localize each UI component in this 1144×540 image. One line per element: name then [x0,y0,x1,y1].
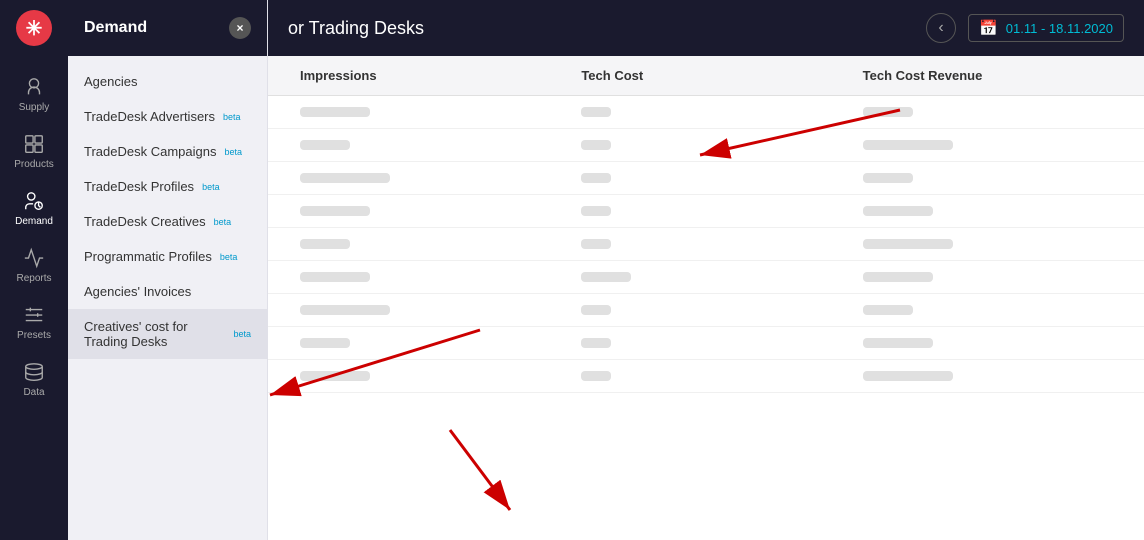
cell [284,162,565,194]
cell [284,294,565,326]
table-row [268,96,1144,129]
cell [284,129,565,161]
cell [847,228,1128,260]
cell [284,261,565,293]
beta-badge: beta [224,147,242,157]
sidebar-item-supply[interactable]: Supply [0,66,68,123]
cell [565,96,846,128]
table-row [268,261,1144,294]
cell [847,195,1128,227]
beta-badge: beta [233,329,251,339]
data-icon [23,361,45,383]
presets-icon [23,304,45,326]
calendar-icon: 📅 [979,19,998,37]
reports-icon [23,247,45,269]
beta-badge: beta [220,252,238,262]
table-row [268,228,1144,261]
table-header: Impressions Tech Cost Tech Cost Revenue [268,56,1144,96]
sidebar-menu-item-tradedesk-campaigns[interactable]: TradeDesk Campaigns beta [68,134,267,169]
cell [565,195,846,227]
sidebar-menu-item-agencies-invoices[interactable]: Agencies' Invoices [68,274,267,309]
cell [284,195,565,227]
table-row [268,129,1144,162]
table-row [268,360,1144,393]
beta-badge: beta [214,217,232,227]
beta-badge: beta [223,112,241,122]
cell [847,360,1128,392]
sidebar-dropdown-title: Demand [84,19,147,37]
sidebar-item-data[interactable]: Data [0,351,68,408]
cell [847,294,1128,326]
col-header-impressions: Impressions [284,56,565,95]
back-button[interactable]: ‹ [926,13,956,43]
date-range-picker[interactable]: 📅 01.11 - 18.11.2020 [968,14,1124,42]
cell [565,129,846,161]
cell [847,327,1128,359]
cell [565,327,846,359]
cell [284,327,565,359]
sidebar-close-button[interactable]: × [229,17,251,39]
data-table: Impressions Tech Cost Tech Cost Revenue [268,56,1144,393]
table-row [268,195,1144,228]
main-content: or Trading Desks ‹ 📅 01.11 - 18.11.2020 … [268,0,1144,540]
app-logo[interactable]: ✳ [16,10,52,46]
cell [565,162,846,194]
sidebar-item-reports[interactable]: Reports [0,237,68,294]
table-area: Impressions Tech Cost Tech Cost Revenue [268,56,1144,540]
cell [565,228,846,260]
sidebar-menu-item-creatives-cost[interactable]: Creatives' cost for Trading Desks beta [68,309,267,359]
demand-icon [23,190,45,212]
sidebar-menu-item-programmatic-profiles[interactable]: Programmatic Profiles beta [68,239,267,274]
page-title: or Trading Desks [288,18,424,39]
table-row [268,327,1144,360]
cell [284,228,565,260]
cell [284,360,565,392]
table-row [268,294,1144,327]
cell [284,96,565,128]
top-bar: or Trading Desks ‹ 📅 01.11 - 18.11.2020 [268,0,1144,56]
cell [565,294,846,326]
cell [847,129,1128,161]
col-header-tech-cost-revenue: Tech Cost Revenue [847,56,1128,95]
table-row [268,162,1144,195]
col-header-tech-cost: Tech Cost [565,56,846,95]
cell [847,162,1128,194]
sidebar-menu-item-tradedesk-advertisers[interactable]: TradeDesk Advertisers beta [68,99,267,134]
sidebar-item-demand[interactable]: Demand [0,180,68,237]
sidebar-dropdown: Demand × Agencies TradeDesk Advertisers … [68,0,268,540]
date-range-label: 01.11 - 18.11.2020 [1006,21,1113,36]
supply-icon [23,76,45,98]
cell [565,360,846,392]
cell [565,261,846,293]
left-navigation: ✳ Supply Products Demand Reports Prese [0,0,68,540]
sidebar-menu: Agencies TradeDesk Advertisers beta Trad… [68,56,267,367]
sidebar-menu-item-tradedesk-creatives[interactable]: TradeDesk Creatives beta [68,204,267,239]
beta-badge: beta [202,182,220,192]
sidebar-dropdown-header: Demand × [68,0,267,56]
cell [847,261,1128,293]
top-bar-right: ‹ 📅 01.11 - 18.11.2020 [926,13,1124,43]
products-icon [23,133,45,155]
sidebar-menu-item-agencies[interactable]: Agencies [68,64,267,99]
sidebar-item-presets[interactable]: Presets [0,294,68,351]
sidebar-menu-item-tradedesk-profiles[interactable]: TradeDesk Profiles beta [68,169,267,204]
cell [847,96,1128,128]
sidebar-item-products[interactable]: Products [0,123,68,180]
